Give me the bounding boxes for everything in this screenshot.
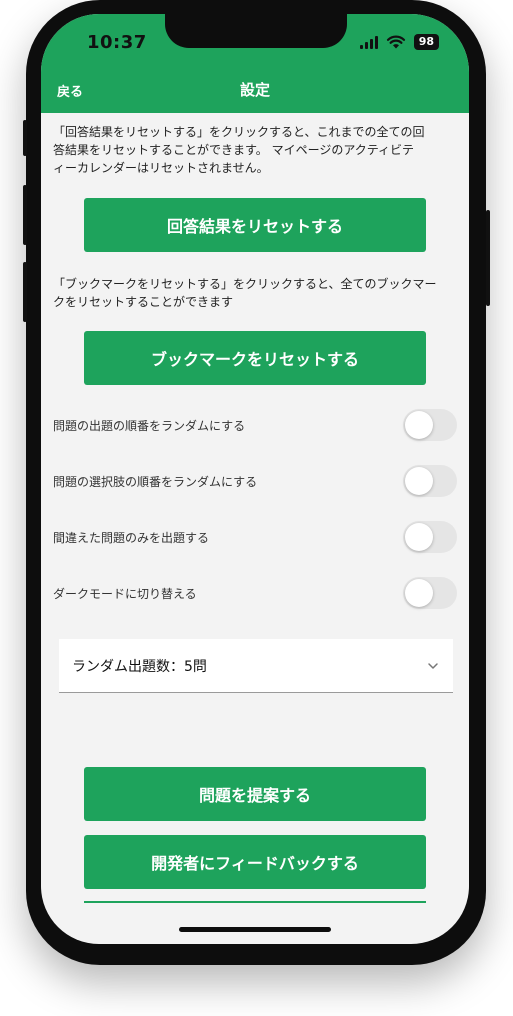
app-screen: 10:37 98 戻る 設定 「回答結果をリセットする」をクリックすると、これま…	[41, 14, 469, 944]
toggle-label: 問題の選択肢の順番をランダムにする	[53, 474, 258, 489]
chevron-down-icon	[428, 662, 438, 669]
random-count-value: ランダム出題数：5問	[72, 658, 207, 675]
toggle-row-wrong-only: 間違えた問題のみを出題する	[53, 520, 457, 554]
toggle-knob	[405, 523, 433, 551]
wrong-only-toggle[interactable]	[403, 521, 457, 553]
toggle-label: ダークモードに切り替える	[53, 586, 197, 601]
description-line: クをリセットすることができます	[53, 295, 234, 309]
toggle-row-random-choice-order: 問題の選択肢の順番をランダムにする	[53, 464, 457, 498]
toggle-knob	[405, 467, 433, 495]
random-question-order-toggle[interactable]	[403, 409, 457, 441]
phone-volume-up-button	[23, 185, 27, 245]
toggle-label: 問題の出題の順番をランダムにする	[53, 418, 246, 433]
toggle-row-random-question-order: 問題の出題の順番をランダムにする	[53, 408, 457, 442]
cellular-signal-icon	[359, 35, 378, 49]
toggle-label: 間違えた問題のみを出題する	[53, 530, 210, 545]
toggle-row-dark-mode: ダークモードに切り替える	[53, 576, 457, 610]
description-line: ィーカレンダーはリセットされません。	[53, 161, 269, 175]
description-line: 「ブックマークをリセットする」をクリックすると、全てのブックマー	[53, 277, 437, 291]
battery-icon: 98	[413, 34, 439, 50]
page-title: 設定	[239, 81, 270, 99]
description-line: 「回答結果をリセットする」をクリックすると、これまでの全ての回	[53, 125, 425, 139]
description-line: 答結果をリセットすることができます。 マイページのアクティビテ	[53, 143, 415, 157]
home-indicator[interactable]	[179, 927, 331, 932]
reset-answers-description: 「回答結果をリセットする」をクリックすると、これまでの全ての回 答結果をリセット…	[53, 123, 461, 177]
phone-side-button	[23, 120, 27, 156]
status-icons: 98	[359, 34, 439, 50]
toggle-knob	[405, 411, 433, 439]
dark-mode-toggle[interactable]	[403, 577, 457, 609]
next-button-edge	[84, 901, 426, 903]
phone-power-button	[486, 210, 490, 306]
reset-bookmarks-description: 「ブックマークをリセットする」をクリックすると、全てのブックマー クをリセットす…	[53, 275, 461, 311]
toggle-knob	[405, 579, 433, 607]
random-choice-order-toggle[interactable]	[403, 465, 457, 497]
phone-notch	[165, 14, 347, 48]
random-count-select[interactable]: ランダム出題数：5問	[59, 639, 453, 693]
status-time: 10:37	[87, 32, 147, 53]
suggest-question-button[interactable]: 問題を提案する	[84, 767, 426, 821]
reset-answers-button[interactable]: 回答結果をリセットする	[84, 198, 426, 252]
phone-volume-down-button	[23, 262, 27, 322]
reset-bookmarks-button[interactable]: ブックマークをリセットする	[84, 331, 426, 385]
feedback-button[interactable]: 開発者にフィードバックする	[84, 835, 426, 889]
wifi-icon	[386, 35, 405, 49]
app-header: 10:37 98 戻る 設定	[41, 14, 469, 113]
